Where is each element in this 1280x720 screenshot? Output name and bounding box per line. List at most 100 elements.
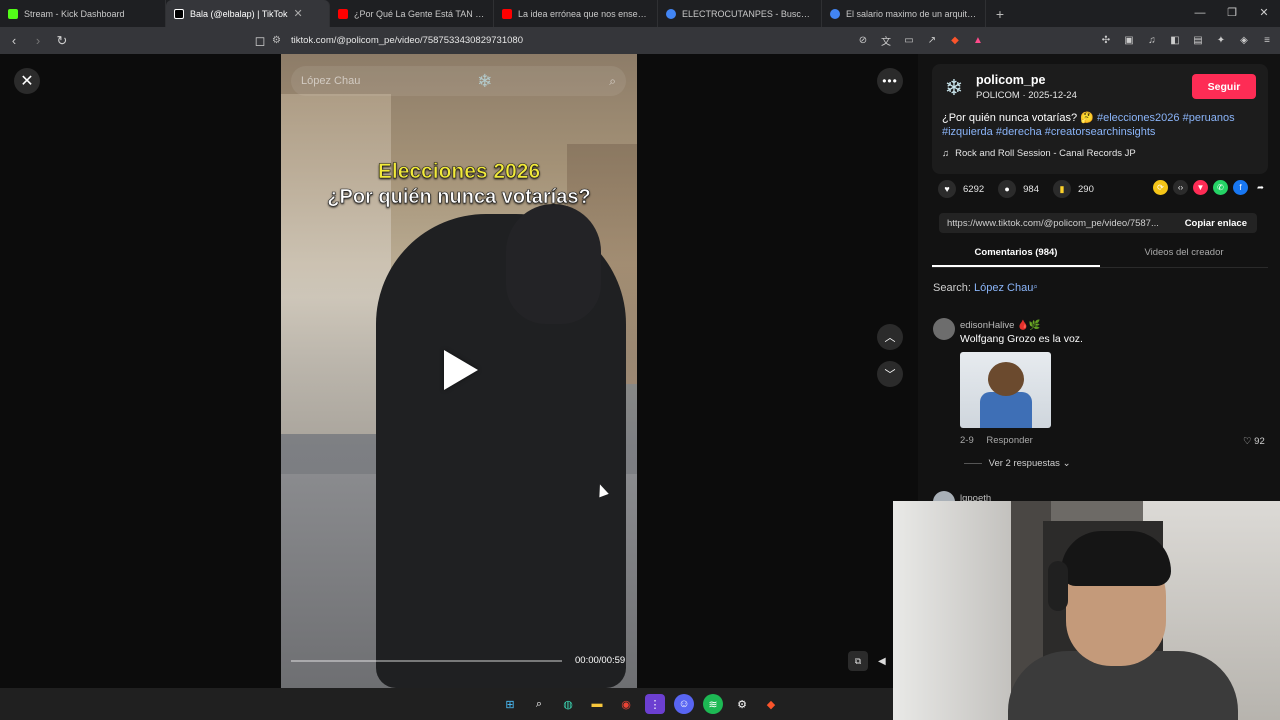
spotify-icon[interactable]: ≋ [703,694,723,714]
webcam-overlay [893,501,1280,720]
view-replies-button[interactable]: Ver 2 respuestas ⌄ [964,458,1071,469]
avatar[interactable] [933,318,955,340]
comment-meta: 2-9 Responder [960,435,1043,446]
video-search-overlay[interactable]: López Chau ❄ ⌕ [291,66,626,96]
brave-icon[interactable]: ◆ [761,694,781,714]
reply-button[interactable]: Responder [986,435,1032,446]
leo-icon[interactable]: ✦ [1214,35,1228,46]
kick-icon [8,8,18,19]
hashtag-link[interactable]: #creatorsearchinsights [1045,126,1156,138]
hashtag-link[interactable]: #peruanos [1183,112,1235,124]
policom-logo-icon: ❄ [477,70,493,91]
repost-icon[interactable]: ⟳ [1153,180,1168,195]
hashtag-link[interactable]: #derecha [996,126,1042,138]
menu-icon[interactable]: ≡ [1260,35,1274,46]
edge-icon[interactable]: ◍ [558,694,578,714]
discord-icon[interactable]: ☺ [674,694,694,714]
chrome-icon[interactable]: ◉ [616,694,636,714]
share-arrow-icon[interactable]: ➦ [1253,180,1268,195]
embed-icon[interactable]: ‹› [1173,180,1188,195]
no-translate-icon[interactable]: ⊘ [856,35,870,46]
bookmark-icon[interactable]: ◻ [250,33,270,49]
comment-icon: ● [998,180,1017,198]
windows-start-icon[interactable]: ⊞ [500,694,520,714]
search-icon[interactable]: ⌕ [529,694,549,714]
apps-icon[interactable]: ⋮ [645,694,665,714]
panel-tabs: Comentarios (984) Videos del creador [932,242,1268,268]
chevron-down-icon[interactable]: ﹀ [877,361,903,387]
browser-tab[interactable]: El salario maximo de un arquitecto - [822,0,986,27]
search-icon[interactable]: ⌕ [609,74,616,89]
brave-rewards-icon[interactable]: ▲ [971,35,985,46]
volume-icon[interactable]: ◀ [878,651,892,671]
save-stat[interactable]: ▮ 290 [1053,180,1094,198]
brave-shield-icon[interactable]: ◆ [948,35,962,46]
like-stat[interactable]: ♥ 6292 [938,180,984,198]
share-icon[interactable]: ↗ [925,35,939,46]
restore-icon[interactable]: ❐ [1216,0,1248,27]
settings-icon[interactable]: ⚙ [732,694,752,714]
divider [964,462,982,464]
browser-tab[interactable]: Stream - Kick Dashboard [0,0,166,27]
site-settings-icon[interactable]: ⚙ [272,35,281,46]
close-icon[interactable]: ✕ [14,68,40,94]
pip-icon[interactable]: ⧉ [848,651,868,671]
send-icon[interactable]: ▼ [1193,180,1208,195]
music-note-icon: ♫ [942,148,950,159]
cast-icon[interactable]: ▭ [902,35,916,46]
new-tab-icon[interactable]: + [990,6,1010,22]
whatsapp-icon[interactable]: ✆ [1213,180,1228,195]
comment-username[interactable]: edisonHalive 🩸🌿 [960,320,1041,331]
folder-icon[interactable]: ▬ [587,694,607,714]
browser-tab-active[interactable]: Bala (@elbalap) | TikTok ✕ [166,0,330,27]
browser-tab[interactable]: ELECTROCUTANPES - Buscar con Goo [658,0,822,27]
extension-bar: ✣ ▣ ♫ ◧ ▤ ✦ ◈ ≡ [1099,27,1274,54]
search-keyword-link[interactable]: López Chau [974,282,1033,294]
facebook-icon[interactable]: f [1233,180,1248,195]
translate-icon[interactable]: 文 [879,33,893,48]
hashtag-link[interactable]: #elecciones2026 [1097,112,1180,124]
share-icons: ⟳ ‹› ▼ ✆ f ➦ [1153,180,1268,195]
forward-icon[interactable]: › [28,33,48,48]
comment-date: 2-9 [960,435,974,446]
follow-button[interactable]: Seguir [1192,74,1256,99]
comment-stat[interactable]: ● 984 [998,180,1039,198]
reload-icon[interactable]: ↻ [52,33,72,49]
music-link[interactable]: ♫ Rock and Roll Session - Canal Records … [942,148,1136,159]
tab-comments[interactable]: Comentarios (984) [932,242,1100,267]
extensions-icon[interactable]: ✣ [1099,35,1113,46]
browser-tab[interactable]: La idea errónea que nos enseñan sob [494,0,658,27]
video-scene-building [281,94,391,434]
progress-bar[interactable] [291,660,562,662]
chevron-up-icon[interactable]: ︿ [877,324,903,350]
creator-username[interactable]: policom_pe [976,73,1045,87]
browser-tabstrip: Stream - Kick Dashboard Bala (@elbalap) … [0,0,1280,27]
video-caption-title: Elecciones 2026 [377,160,541,184]
tiktok-icon [174,8,184,19]
play-icon[interactable] [444,350,478,390]
wallet-icon[interactable]: ▤ [1191,35,1205,46]
minimize-icon[interactable]: — [1184,0,1216,27]
more-options-icon[interactable]: ••• [877,68,903,94]
sticker-dog-body [980,392,1032,428]
close-window-icon[interactable]: ✕ [1248,0,1280,27]
youtube-icon [502,8,512,19]
creator-subline: POLICOM · 2025-12-24 [976,90,1077,101]
vpn-icon[interactable]: ◈ [1237,35,1251,46]
post-link[interactable]: https://www.tiktok.com/@policom_pe/video… [939,218,1175,229]
media-icon[interactable]: ♫ [1145,35,1159,46]
comment-text: Wolfgang Grozo es la voz. [960,333,1083,345]
google-icon [666,8,676,19]
back-icon[interactable]: ‹ [4,33,24,48]
video-player[interactable]: López Chau ❄ ⌕ Elecciones 2026 ¿Por quié… [281,54,637,688]
hashtag-link[interactable]: #izquierda [942,126,993,138]
copy-link-button[interactable]: Copiar enlace [1175,218,1257,229]
tab-creator-videos[interactable]: Videos del creador [1100,242,1268,267]
comment-like-button[interactable]: ♡ 92 [1243,436,1265,447]
avatar[interactable]: ❄ [940,74,968,102]
close-tab-icon[interactable]: ✕ [294,7,303,20]
browser-tab[interactable]: ¿Por Qué La Gente Está TAN Confiad [330,0,494,27]
sidepanel-icon[interactable]: ▣ [1122,35,1136,46]
address-actions: ⊘ 文 ▭ ↗ ◆ ▲ [856,27,985,54]
sidebar-icon[interactable]: ◧ [1168,35,1182,46]
